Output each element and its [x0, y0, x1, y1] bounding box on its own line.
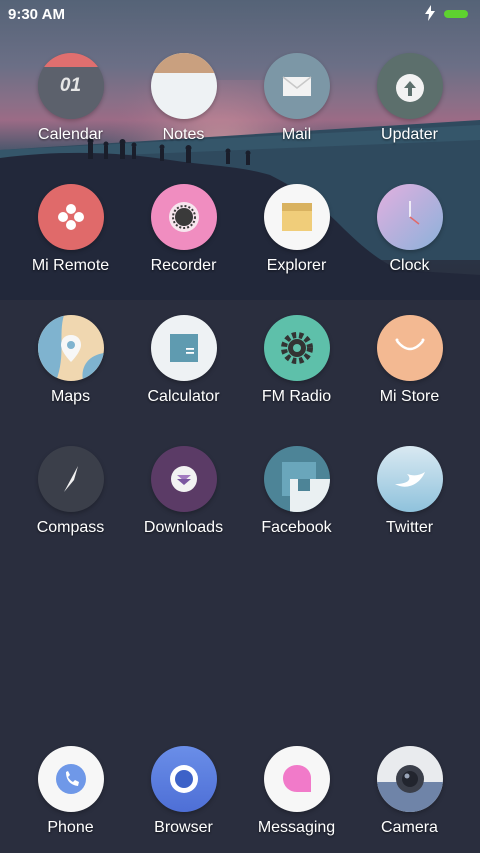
app-label: Facebook	[261, 519, 332, 536]
camera-lens-icon	[376, 746, 443, 812]
calendar-icon: 01	[37, 53, 104, 119]
app-label: Maps	[50, 388, 91, 405]
app-explorer[interactable]: Explorer	[240, 184, 353, 275]
phone-icon	[37, 746, 104, 812]
app-updater[interactable]: Updater	[353, 53, 466, 144]
recorder-icon	[150, 184, 217, 250]
app-label: Mail	[281, 126, 312, 143]
dock-browser[interactable]: Browser	[127, 746, 240, 837]
app-label: Twitter	[385, 519, 434, 536]
app-fm-radio[interactable]: FM Radio	[240, 315, 353, 406]
smile-bag-icon	[376, 315, 443, 381]
app-twitter[interactable]: Twitter	[353, 446, 466, 537]
app-downloads[interactable]: Downloads	[127, 446, 240, 537]
facebook-icon	[263, 446, 330, 512]
app-mi-remote[interactable]: Mi Remote	[14, 184, 127, 275]
radio-gear-icon	[263, 315, 330, 381]
dock-phone[interactable]: Phone	[14, 746, 127, 837]
app-label: Camera	[381, 819, 438, 836]
app-label: Calculator	[147, 388, 220, 405]
app-label: Browser	[154, 819, 213, 836]
dock-messaging[interactable]: Messaging	[240, 746, 353, 837]
app-label: FM Radio	[261, 388, 332, 405]
app-calculator[interactable]: Calculator	[127, 315, 240, 406]
notes-icon	[150, 53, 217, 119]
status-bar: 9:30 AM	[0, 0, 480, 30]
app-mail[interactable]: Mail	[240, 53, 353, 144]
app-clock[interactable]: Clock	[353, 184, 466, 275]
app-mi-store[interactable]: Mi Store	[353, 315, 466, 406]
app-label: Recorder	[150, 257, 217, 274]
folder-icon	[263, 184, 330, 250]
app-facebook[interactable]: Facebook	[240, 446, 353, 537]
app-label: Mi Remote	[31, 257, 110, 274]
app-label: Phone	[47, 819, 94, 836]
dock-camera[interactable]: Camera	[353, 746, 466, 837]
app-label: Compass	[36, 519, 105, 536]
calculator-icon	[150, 315, 217, 381]
layers-download-icon	[150, 446, 217, 512]
calendar-date: 01	[59, 75, 82, 96]
lightning-bolt-icon	[425, 5, 435, 21]
app-label: Messaging	[257, 819, 336, 836]
browser-icon	[150, 746, 217, 812]
mail-icon	[263, 53, 330, 119]
app-notes[interactable]: Notes	[127, 53, 240, 144]
remote-icon	[37, 184, 104, 250]
app-compass[interactable]: Compass	[14, 446, 127, 537]
clock-time: 9:30 AM	[8, 6, 65, 23]
app-label: Mi Store	[379, 388, 440, 405]
app-label: Notes	[162, 126, 205, 143]
app-label: Clock	[389, 257, 430, 274]
app-label: Calendar	[38, 126, 103, 143]
updater-icon	[376, 53, 443, 119]
map-pin-icon	[37, 315, 104, 381]
app-label: Updater	[381, 126, 438, 143]
app-recorder[interactable]: Recorder	[127, 184, 240, 275]
message-bubble-icon	[263, 746, 330, 812]
app-label: Explorer	[266, 257, 327, 274]
battery-icon	[444, 10, 468, 18]
bird-icon	[376, 446, 443, 512]
app-maps[interactable]: Maps	[14, 315, 127, 406]
app-calendar[interactable]: 01 Calendar	[14, 53, 127, 144]
compass-icon	[37, 446, 104, 512]
app-label: Downloads	[143, 519, 224, 536]
clock-icon	[376, 184, 443, 250]
